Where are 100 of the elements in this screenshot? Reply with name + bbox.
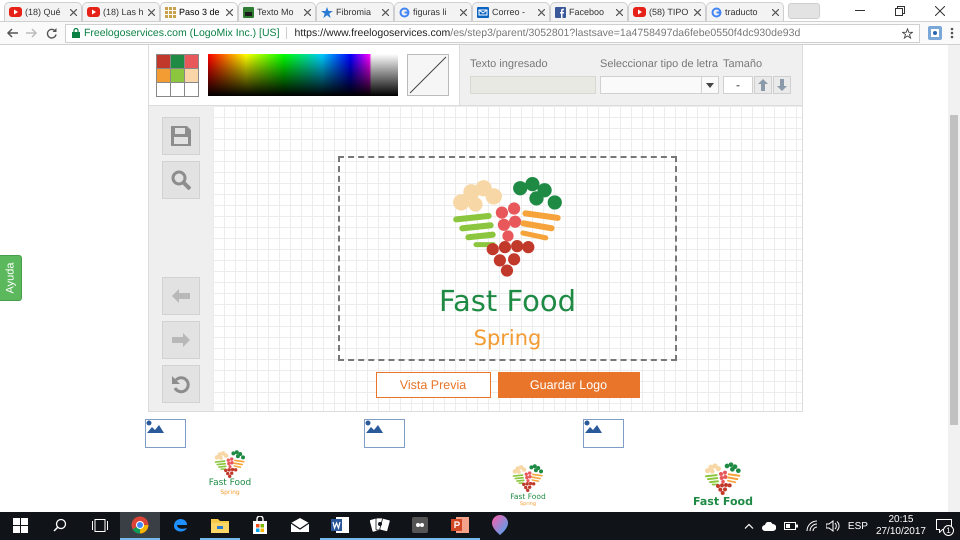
speaker-icon[interactable] [826,520,840,532]
heart-vegetables-drawing [703,462,743,496]
close-icon[interactable] [460,8,467,16]
close-icon[interactable] [226,8,233,16]
windows-icon [12,518,28,532]
battery-icon[interactable] [784,522,798,530]
browser-tab[interactable]: (58) TIPO [628,2,706,21]
clock[interactable]: 20:15 27/10/2017 [876,514,926,538]
browser-tab[interactable]: traducto [706,2,784,21]
scrollbar-thumb[interactable] [950,115,958,425]
facebook-icon [555,6,566,18]
close-icon[interactable] [538,8,545,16]
notifications-button[interactable]: 1 [934,516,954,536]
color-swatch[interactable] [171,54,184,68]
play-icon [633,7,646,17]
image-icon[interactable] [145,419,186,448]
undo-button[interactable] [162,365,200,403]
logo-title: Fast Food [438,284,576,318]
logo-subtitle: Spring [474,324,542,352]
cards-icon [370,517,390,533]
thumbnail-title: Fast Food [208,478,252,490]
color-swatch[interactable] [185,82,198,96]
save-button[interactable] [162,117,200,155]
back-arrow-icon [6,28,18,38]
field-label: Texto ingresado [470,58,549,70]
close-icon[interactable] [70,8,77,16]
logo-selection-frame[interactable]: Fast Food Spring [338,156,677,361]
minimize-icon [855,10,865,11]
grid-icon [165,6,176,18]
paint-drop-icon [492,515,508,535]
language-indicator[interactable]: ESP [848,520,868,532]
shopping-bag-icon [251,516,269,534]
undo-icon [171,374,191,394]
color-swatch[interactable] [185,68,198,82]
close-icon [935,6,945,16]
color-swatch[interactable] [157,82,170,96]
image-icon[interactable] [583,419,624,448]
color-swatch[interactable] [185,54,198,68]
mail-icon [477,6,489,18]
extension-icon[interactable] [928,26,942,40]
star-icon[interactable] [902,28,913,38]
up-arrow-icon [758,79,768,91]
task-view-icon [92,518,108,532]
no-color-button[interactable] [407,54,449,96]
taskbar-app[interactable] [120,512,160,540]
envelope-icon [291,518,309,532]
close-icon[interactable] [382,8,389,16]
browser-tab[interactable]: (18) Qué [4,2,82,21]
browser-tab[interactable]: figuras li [394,2,472,21]
slides-icon [451,516,469,534]
app-icon [412,517,428,533]
address-bar[interactable]: Freelogoservices.com (LogoMix Inc.) [US] https://www.freelogoservices.com/es/step3/parent/3052801?lastsave=1a4758497da6febe0550f4dc930de93d [65,24,920,42]
field-label: Seleccionar tipo de letra [600,58,719,70]
left-arrow-icon [172,289,190,303]
browser-tab[interactable]: Texto Mo [238,2,316,21]
browser-tab[interactable]: Paso 3 de [160,2,238,21]
thumbnail-title: Fast Food [693,495,753,508]
notification-count: 1 [943,525,954,536]
color-swatch[interactable] [171,82,184,96]
search-icon [171,170,191,190]
close-icon[interactable] [694,8,701,16]
play-icon [87,7,100,17]
chrome-icon [131,516,149,534]
close-icon[interactable] [616,8,623,16]
color-swatch[interactable] [157,68,170,82]
color-swatch[interactable] [157,54,170,68]
google-icon [711,6,722,18]
browser-tab[interactable]: Fibromia [316,2,394,21]
cloud-icon[interactable] [762,522,776,530]
folder-icon [211,517,229,533]
back-button[interactable] [6,28,18,38]
square-icon [243,6,254,18]
document-icon [331,516,349,534]
close-icon[interactable] [304,8,311,16]
zoom-button[interactable] [162,161,200,199]
diagonal-line-icon [408,55,448,95]
close-icon[interactable] [148,8,155,16]
site-identity: Freelogoservices.com (LogoMix Inc.) [US] [84,27,280,39]
image-icon[interactable] [364,419,405,448]
text-input-field[interactable] [470,76,596,94]
url-text: https://www.freelogoservices.com/es/step3/parent/3052801?lastsave=1a4758497da6febe0550f4dc930de93d [294,27,800,39]
scrollbar[interactable] [948,45,960,512]
close-icon[interactable] [772,8,779,16]
dropdown-caret-icon [706,82,714,88]
heart-vegetables-drawing [213,450,247,478]
browser-tab[interactable]: Faceboo [550,2,628,21]
chevron-up-icon[interactable] [744,523,754,529]
search-icon [53,518,67,532]
size-field[interactable]: - [723,76,753,94]
browser-tab[interactable]: (18) Las h [82,2,160,21]
forward-arrow-icon [26,28,38,38]
browser-tab[interactable]: Correo - [472,2,550,21]
star-icon [321,6,333,18]
color-spectrum[interactable] [208,54,398,96]
reload-button[interactable] [46,28,57,38]
wifi-icon[interactable] [806,520,818,532]
menu-icon[interactable] [950,27,954,39]
lock-icon [72,28,80,38]
google-icon [399,6,410,18]
color-swatch[interactable] [171,68,184,82]
